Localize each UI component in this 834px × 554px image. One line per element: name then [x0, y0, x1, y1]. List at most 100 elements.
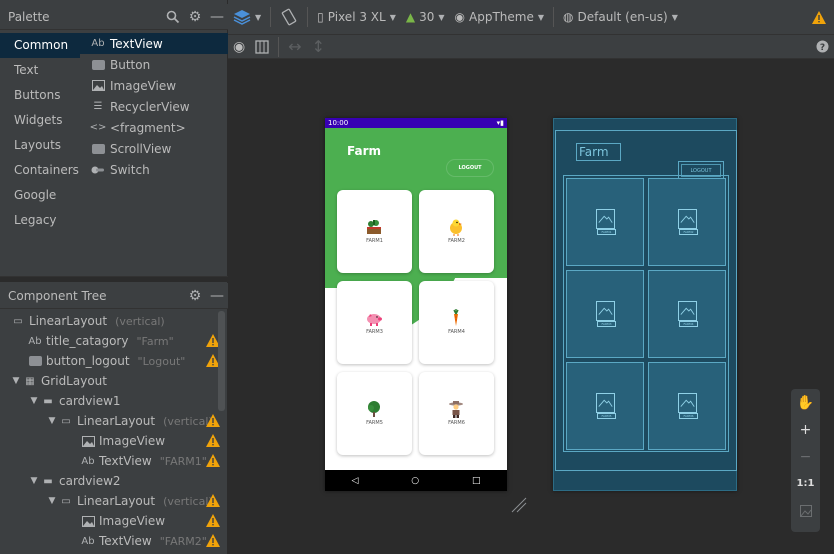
category-text[interactable]: Text [0, 58, 80, 83]
tree-node[interactable]: Ab TextView "FARM2" [0, 531, 228, 551]
zoom-fit-icon[interactable] [791, 497, 820, 524]
component-tree: ▭ LinearLayout (vertical) Ab title_catag… [0, 311, 228, 551]
blueprint-toggle-icon[interactable] [250, 34, 274, 60]
search-icon[interactable] [162, 6, 184, 28]
warning-icon[interactable] [206, 454, 220, 467]
node-meta: (vertical) [115, 314, 165, 328]
warning-icon[interactable] [206, 434, 220, 447]
nav-recent-icon[interactable]: □ [472, 476, 481, 486]
blueprint-preview[interactable]: Farm LOGOUT FARM1 FARM2 FARM3 FARM4 FARM… [553, 118, 737, 491]
gear-icon[interactable]: ⚙ [184, 285, 206, 307]
blueprint-grid: FARM1 FARM2 FARM3 FARM4 FARM5 FARM6 [563, 175, 729, 452]
gear-icon[interactable]: ⚙ [184, 6, 206, 28]
nav-home-icon[interactable]: ○ [411, 476, 419, 486]
widget-fragment[interactable]: <> <fragment> [80, 117, 228, 138]
node-label: TextView [99, 454, 152, 468]
farm-card[interactable]: FARM2 [419, 190, 494, 273]
farm-card[interactable]: FARM5 [337, 372, 412, 455]
blueprint-card[interactable]: FARM5 [566, 362, 644, 450]
widget-recyclerview[interactable]: ☰ RecyclerView [80, 96, 228, 117]
minimize-icon[interactable]: — [206, 285, 228, 307]
farm-label: FARM3 [366, 329, 383, 335]
panel-divider[interactable] [0, 276, 228, 282]
fragment-icon: <> [89, 122, 107, 133]
blueprint-card[interactable]: FARM2 [648, 178, 726, 266]
tree-scrollbar[interactable] [218, 311, 225, 411]
zoom-out-button[interactable]: − [791, 443, 820, 470]
eye-icon[interactable]: ◉ [228, 34, 250, 60]
widget-textview[interactable]: Ab TextView [80, 33, 228, 54]
blueprint-card[interactable]: FARM4 [648, 270, 726, 358]
farm-card[interactable]: FARM6 [419, 372, 494, 455]
tree-node[interactable]: ▼ ▦ GridLayout [0, 371, 228, 391]
expand-arrow-icon[interactable]: ▼ [28, 476, 40, 486]
warning-icon[interactable] [206, 414, 220, 427]
api-selector[interactable]: ▲ 30 ▼ [401, 4, 450, 30]
tree-node[interactable]: ▼ ▬ cardview1 [0, 391, 228, 411]
logout-button[interactable]: LOGOUT [446, 159, 494, 177]
node-meta: "Logout" [137, 354, 186, 368]
farm-title: Farm [347, 144, 382, 158]
category-google[interactable]: Google [0, 183, 80, 208]
category-containers[interactable]: Containers [0, 158, 80, 183]
farm-card[interactable]: FARM3 [337, 281, 412, 364]
widget-imageview[interactable]: ImageView [80, 75, 228, 96]
expand-arrow-icon[interactable]: ▼ [28, 396, 40, 406]
pan-hand-icon[interactable]: ✋ [791, 389, 820, 416]
help-icon[interactable]: ? [811, 34, 834, 60]
category-common[interactable]: Common [0, 33, 80, 58]
minimize-icon[interactable]: — [206, 6, 228, 28]
warning-icon[interactable] [206, 494, 220, 507]
blueprint-card[interactable]: FARM3 [566, 270, 644, 358]
tree-node[interactable]: ▼ ▭ LinearLayout (vertical) [0, 411, 228, 431]
tree-node[interactable]: ImageView [0, 431, 228, 451]
farm-card[interactable]: FARM4 [419, 281, 494, 364]
tree-node[interactable]: button_logout "Logout" [0, 351, 228, 371]
nav-back-icon[interactable]: ◁ [351, 476, 358, 486]
vertical-resize-icon[interactable]: ↕ [307, 34, 330, 60]
warning-icon[interactable] [206, 514, 220, 527]
orientation-icon[interactable] [275, 4, 303, 30]
svg-text:?: ? [820, 43, 825, 53]
toolbar-divider [270, 7, 272, 27]
tree-node[interactable]: ImageView [0, 511, 228, 531]
tree-node[interactable]: ▼ ▭ LinearLayout (vertical) [0, 491, 228, 511]
widget-scrollview[interactable]: ScrollView [80, 138, 228, 159]
navigation-bar: ◁ ○ □ [325, 470, 507, 491]
scrollview-icon [90, 142, 106, 156]
farm-card[interactable]: FARM1 [337, 190, 412, 273]
phone-preview[interactable]: 10:00 ▾▮ Farm LOGOUT FARM1 FARM2 FARM3 F… [325, 118, 507, 491]
tree-node[interactable]: Ab TextView "FARM1" [0, 451, 228, 471]
horizontal-resize-icon[interactable]: ↔ [283, 34, 306, 60]
device-selector[interactable]: ▯ Pixel 3 XL ▼ [312, 4, 401, 30]
zoom-in-button[interactable]: + [791, 416, 820, 443]
category-widgets[interactable]: Widgets [0, 108, 80, 133]
palette-categories: Common Text Buttons Widgets Layouts Cont… [0, 33, 80, 233]
locale-selector[interactable]: ◍ Default (en-us) ▼ [558, 4, 683, 30]
chick-icon [450, 219, 462, 236]
widget-button[interactable]: Button [80, 54, 228, 75]
expand-arrow-icon[interactable]: ▼ [10, 376, 22, 386]
expand-arrow-icon[interactable]: ▼ [46, 416, 58, 426]
textview-icon: Ab [81, 535, 95, 547]
tree-node[interactable]: Ab title_catagory "Farm" [0, 331, 228, 351]
category-legacy[interactable]: Legacy [0, 208, 80, 233]
widget-switch[interactable]: Switch [80, 159, 228, 180]
design-canvas[interactable] [228, 60, 834, 554]
category-buttons[interactable]: Buttons [0, 83, 80, 108]
theme-selector[interactable]: ◉ AppTheme ▼ [450, 4, 549, 30]
tree-node[interactable]: ▭ LinearLayout (vertical) [0, 311, 228, 331]
blueprint-card[interactable]: FARM1 [566, 178, 644, 266]
expand-arrow-icon[interactable]: ▼ [46, 496, 58, 506]
resize-handle-icon[interactable] [510, 496, 528, 514]
node-label: button_logout [46, 354, 130, 368]
node-label: ImageView [99, 434, 166, 448]
image-placeholder-icon [596, 393, 615, 413]
zoom-actual-size-button[interactable]: 1:1 [791, 470, 820, 497]
blueprint-card[interactable]: FARM6 [648, 362, 726, 450]
tree-node[interactable]: ▼ ▬ cardview2 [0, 471, 228, 491]
warning-icon[interactable] [206, 534, 220, 547]
warning-icon[interactable] [812, 10, 826, 24]
category-layouts[interactable]: Layouts [0, 133, 80, 158]
layers-icon[interactable]: ▼ [228, 4, 266, 30]
